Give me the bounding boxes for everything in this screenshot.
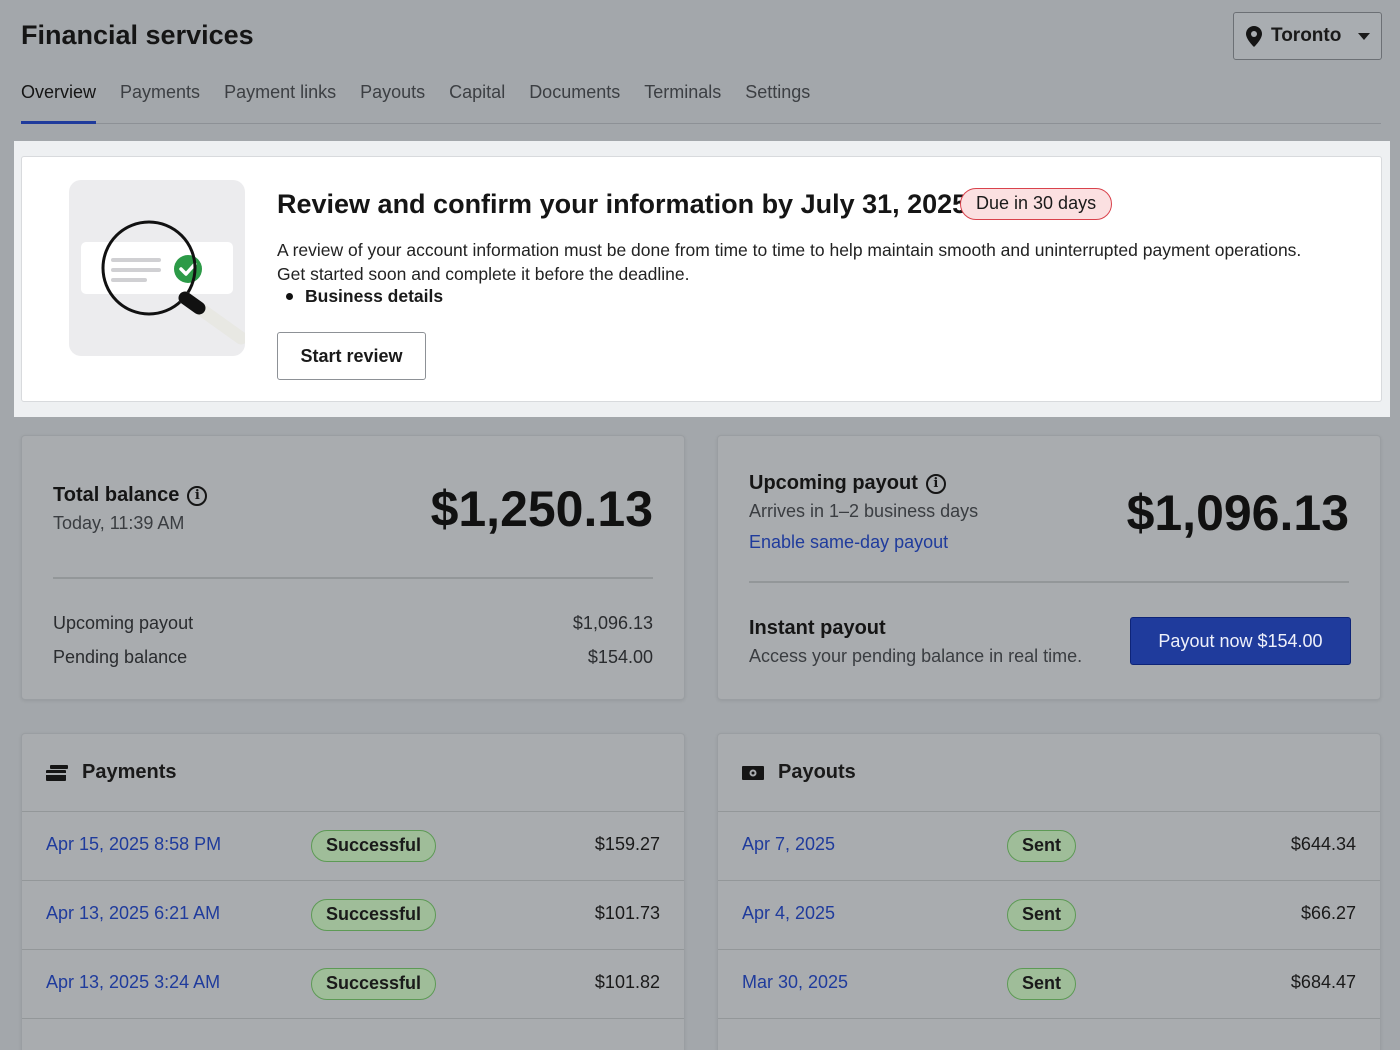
payouts-card: Payouts Apr 7, 2025 Sent $644.34 Apr 4, …	[717, 733, 1381, 1050]
location-pin-icon	[1246, 25, 1262, 47]
payouts-header: Payouts	[718, 734, 1380, 812]
upcoming-payout-amount: $1,096.13	[1126, 485, 1349, 541]
table-row[interactable]: Apr 7, 2025 Sent $644.34	[718, 812, 1380, 881]
payout-amount: $66.27	[1300, 903, 1356, 923]
magnifier-check-icon	[81, 220, 245, 345]
tab-capital[interactable]: Capital	[449, 80, 505, 124]
payment-date-link[interactable]: Apr 13, 2025 6:21 AM	[46, 903, 220, 924]
status-badge: Sent	[1007, 899, 1077, 931]
tab-documents[interactable]: Documents	[529, 80, 620, 124]
tab-settings[interactable]: Settings	[745, 80, 810, 124]
status-badge: Successful	[311, 899, 437, 931]
info-icon[interactable]: i	[187, 485, 208, 506]
upcoming-payout-heading: Upcoming payout i	[749, 472, 946, 495]
total-balance-card: Total balance i Today, 11:39 AM $1,250.13…	[21, 435, 685, 700]
payment-amount: $159.27	[594, 834, 660, 854]
bullet-dot-icon	[286, 293, 293, 300]
due-badge: Due in 30 days	[960, 188, 1113, 220]
location-label: Toronto	[1271, 25, 1342, 46]
payment-date-link[interactable]: Apr 15, 2025 8:58 PM	[46, 834, 221, 855]
review-banner: Review and confirm your information by J…	[21, 156, 1382, 402]
payment-date-link[interactable]: Apr 13, 2025 3:24 AM	[46, 972, 220, 993]
payout-amount: $644.34	[1290, 834, 1356, 854]
review-banner-highlight: Review and confirm your information by J…	[14, 141, 1390, 417]
instant-payout-label: Instant payout	[749, 617, 886, 639]
pending-balance-value: $154.00	[587, 647, 653, 667]
banner-title: Review and confirm your information by J…	[277, 189, 968, 219]
start-review-button[interactable]: Start review	[277, 332, 426, 380]
payout-arrival-text: Arrives in 1–2 business days	[749, 501, 979, 521]
table-row[interactable]: Apr 13, 2025 3:24 AM Successful $101.82	[22, 950, 684, 1019]
balance-timestamp: Today, 11:39 AM	[53, 513, 185, 533]
cash-icon	[742, 765, 764, 780]
banner-description: A review of your account information mus…	[277, 240, 1302, 284]
payment-amount: $101.73	[594, 903, 660, 923]
card-stack-icon	[46, 764, 68, 781]
upcoming-payout-label: Upcoming payout	[53, 613, 194, 633]
total-balance-text: Total balance	[53, 484, 180, 506]
table-row[interactable]: Mar 30, 2025 Sent $684.47	[718, 950, 1380, 1019]
instant-payout-description: Access your pending balance in real time…	[749, 646, 1083, 666]
tab-overview[interactable]: Overview	[21, 80, 97, 124]
status-badge: Successful	[311, 830, 437, 862]
total-balance-label: Total balance i	[53, 484, 208, 507]
tab-payments[interactable]: Payments	[120, 80, 200, 124]
payout-date-link[interactable]: Apr 7, 2025	[742, 834, 835, 855]
payments-header: Payments	[22, 734, 684, 812]
payout-amount: $684.47	[1290, 972, 1356, 992]
total-balance-amount: $1,250.13	[430, 481, 653, 537]
pending-balance-label: Pending balance	[53, 647, 188, 667]
status-badge: Sent	[1007, 968, 1077, 1000]
page-title: Financial services	[21, 20, 254, 50]
tab-bar: Overview Payments Payment links Payouts …	[21, 80, 1381, 124]
payout-date-link[interactable]: Mar 30, 2025	[742, 972, 848, 993]
payments-card: Payments Apr 15, 2025 8:58 PM Successful…	[21, 733, 685, 1050]
location-selector[interactable]: Toronto	[1233, 12, 1382, 60]
info-icon[interactable]: i	[925, 473, 946, 494]
divider	[53, 577, 653, 579]
bullet-text: Business details	[305, 286, 444, 306]
payout-date-link[interactable]: Apr 4, 2025	[742, 903, 835, 924]
payout-now-button[interactable]: Payout now $154.00	[1130, 617, 1351, 665]
review-illustration	[69, 180, 245, 356]
payouts-title: Payouts	[778, 761, 856, 783]
table-row[interactable]: Apr 4, 2025 Sent $66.27	[718, 881, 1380, 950]
enable-same-day-payout-link[interactable]: Enable same-day payout	[749, 532, 948, 553]
payments-title: Payments	[82, 761, 177, 783]
divider	[749, 581, 1349, 583]
table-row[interactable]: Apr 15, 2025 8:58 PM Successful $159.27	[22, 812, 684, 881]
upcoming-payout-card: Upcoming payout i Arrives in 1–2 business…	[717, 435, 1381, 700]
payment-amount: $101.82	[594, 972, 660, 992]
tab-terminals[interactable]: Terminals	[644, 80, 721, 124]
upcoming-payout-text: Upcoming payout	[749, 472, 918, 494]
tab-payouts[interactable]: Payouts	[360, 80, 425, 124]
banner-bullet: Business details	[286, 286, 443, 307]
chevron-down-icon	[1358, 32, 1371, 40]
status-badge: Successful	[311, 968, 437, 1000]
status-badge: Sent	[1007, 830, 1077, 862]
upcoming-payout-value: $1,096.13	[572, 613, 653, 633]
tab-payment-links[interactable]: Payment links	[224, 80, 336, 124]
table-row[interactable]: Apr 13, 2025 6:21 AM Successful $101.73	[22, 881, 684, 950]
